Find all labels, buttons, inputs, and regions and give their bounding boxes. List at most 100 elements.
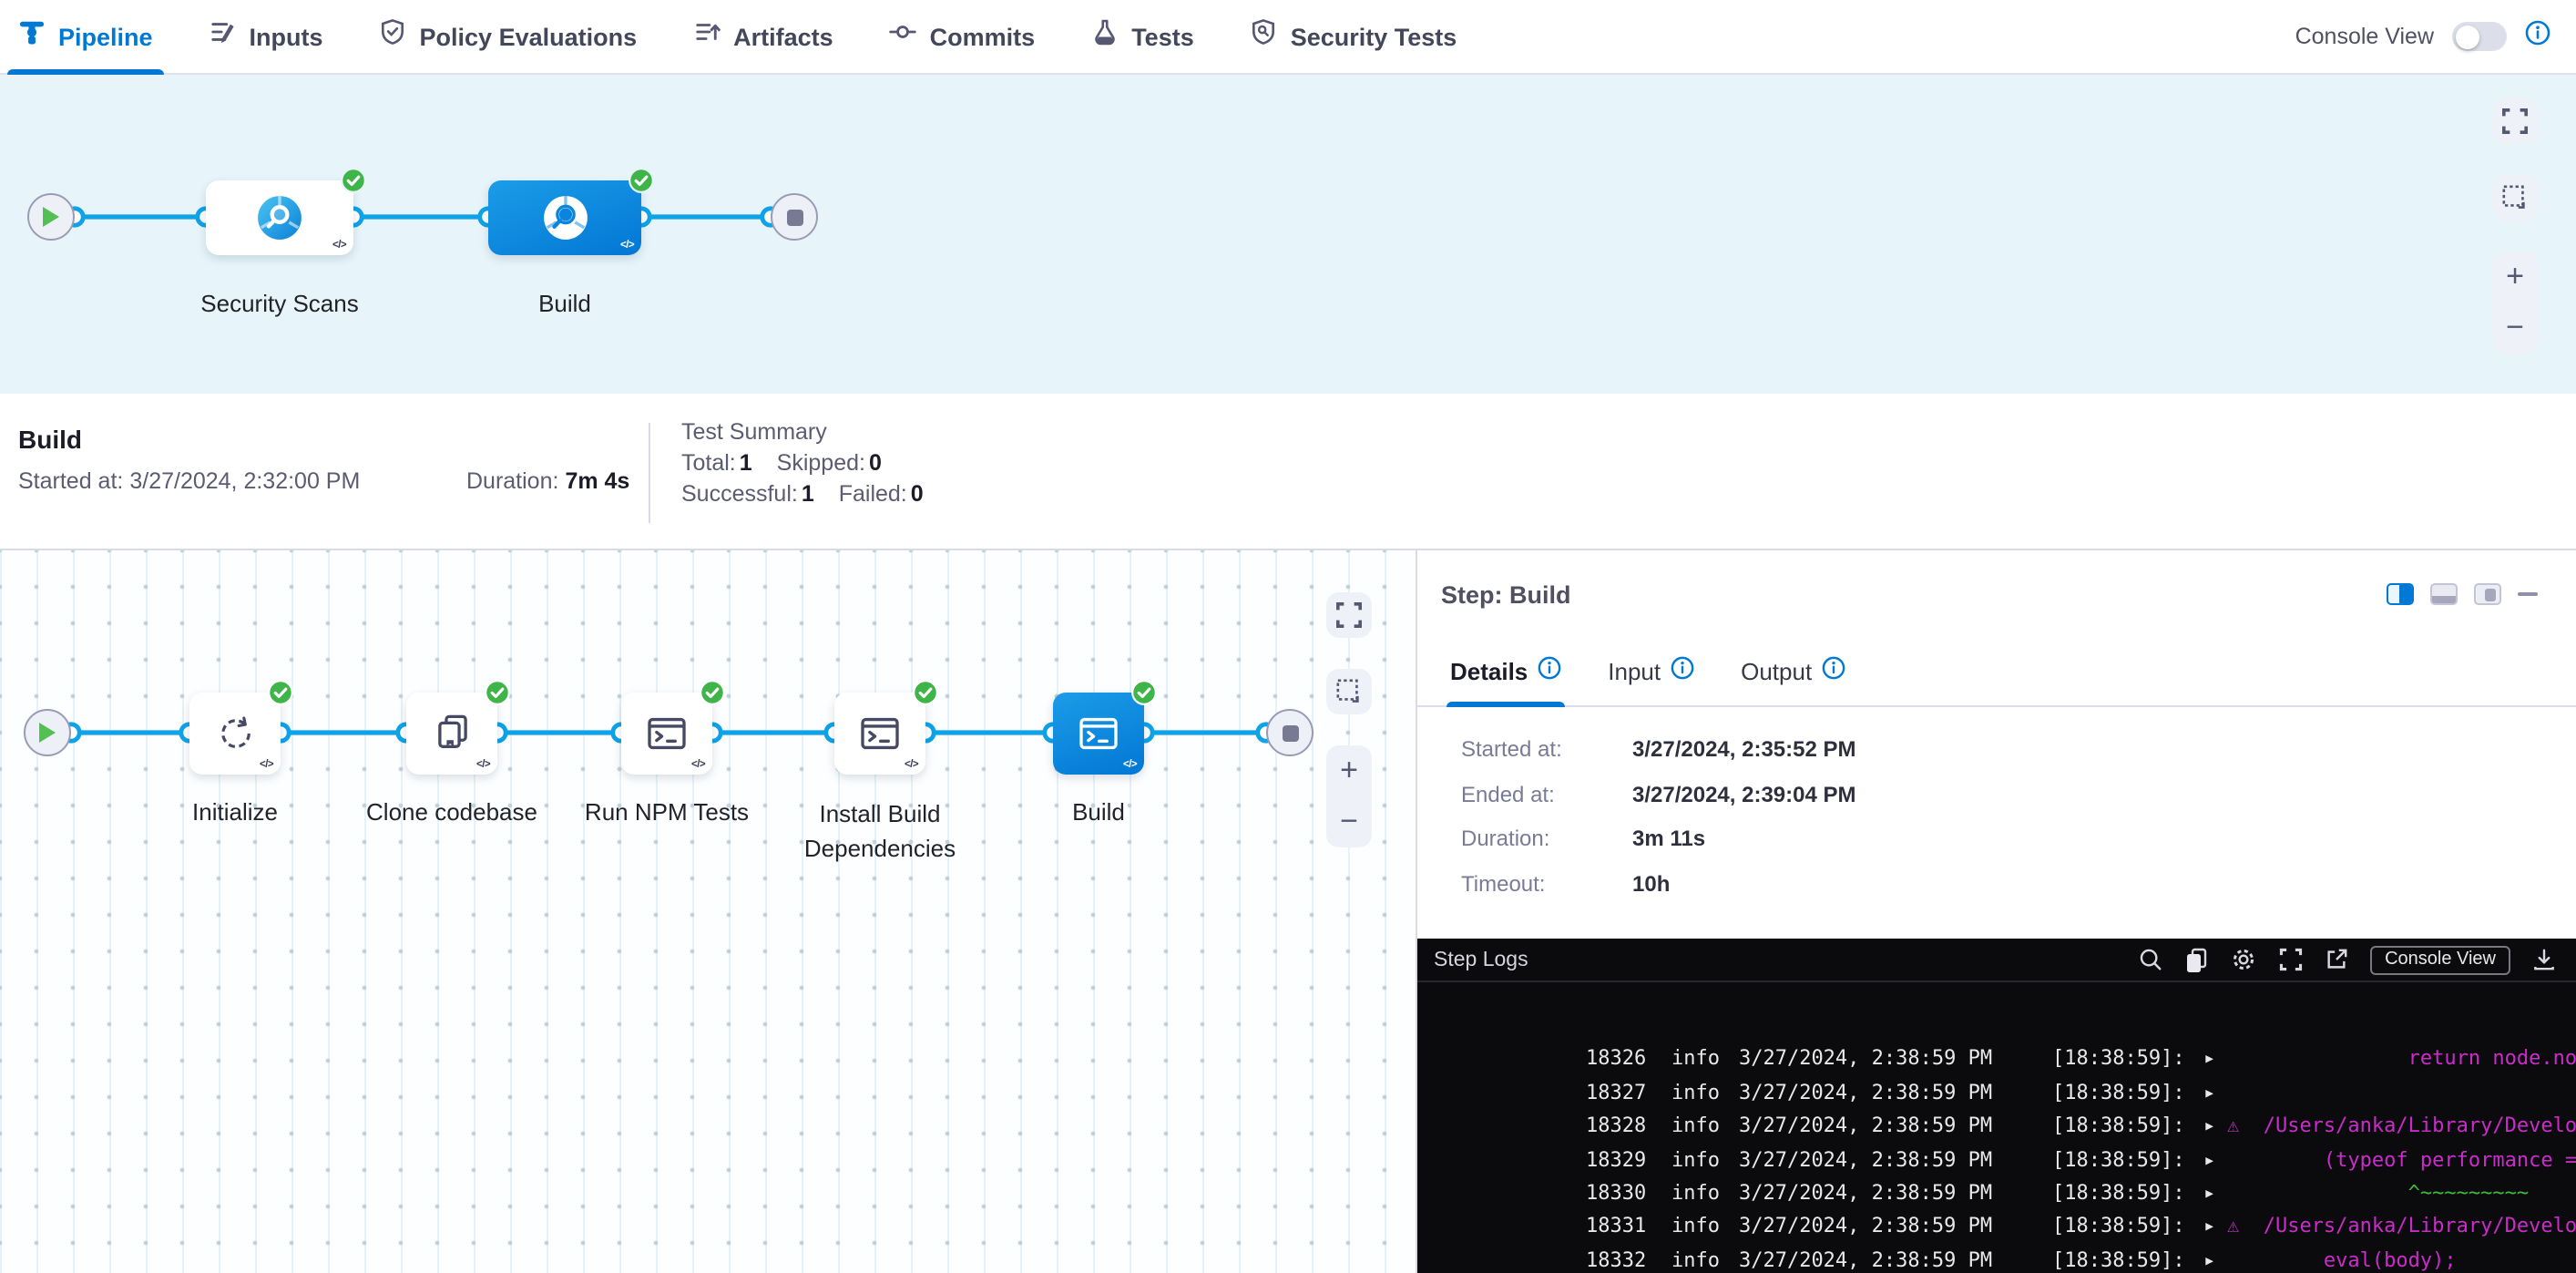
stage-label: Security Scans xyxy=(200,290,358,317)
tab-label: Commits xyxy=(930,23,1036,50)
success-check-icon xyxy=(267,680,292,705)
code-icon: </> xyxy=(620,240,634,251)
artifacts-icon xyxy=(693,18,721,55)
code-icon: </> xyxy=(1123,759,1137,770)
zoom-out-button[interactable]: − xyxy=(2492,305,2538,351)
step-node-clone-codebase[interactable]: </> xyxy=(406,692,497,774)
console-view-button[interactable]: Console View xyxy=(2370,945,2510,974)
inputs-icon xyxy=(210,18,237,55)
security-scan-stage-icon xyxy=(255,192,304,241)
external-link-icon xyxy=(2325,948,2348,971)
zoom-to-fit-button[interactable] xyxy=(1326,592,1372,638)
toggle-knob xyxy=(2455,25,2479,48)
tab-details[interactable]: Details xyxy=(1450,638,1560,705)
detail-row: Started at: 3/27/2024, 2:35:52 PM xyxy=(1461,736,2576,762)
tab-label: Artifacts xyxy=(733,23,833,50)
tab-label: Tests xyxy=(1131,23,1194,50)
stage-connectors xyxy=(0,75,2576,394)
tab-policy-evaluations[interactable]: Policy Evaluations xyxy=(376,0,641,73)
info-icon[interactable] xyxy=(1670,655,1693,688)
expand-log-caret[interactable]: ▸ xyxy=(2203,1144,2227,1177)
console-view-toggle[interactable] xyxy=(2452,22,2507,51)
step-logs-body[interactable]: 18326info3/27/2024, 2:38:59 PM[18:38:59]… xyxy=(1417,982,2576,1273)
marquee-select-button[interactable] xyxy=(1326,669,1372,714)
tab-input[interactable]: Input xyxy=(1608,638,1693,705)
top-navbar: Pipeline Inputs Policy Evaluations Artif… xyxy=(0,0,2576,75)
step-logs-console: Step Logs Console View 18326info3/27/202… xyxy=(1417,939,2576,1273)
step-connectors xyxy=(0,550,1417,1273)
step-panel-tabs: Details Input Output xyxy=(1417,638,2576,707)
step-end-node xyxy=(1266,709,1314,756)
zoom-out-button[interactable]: − xyxy=(1326,799,1372,845)
zoom-in-button[interactable]: + xyxy=(1326,748,1372,794)
detail-row: Timeout: 10h xyxy=(1461,870,2576,896)
test-summary-line-2: Successful:1 Failed:0 xyxy=(681,480,924,506)
download-logs-button[interactable] xyxy=(2532,948,2556,971)
zoom-in-button[interactable]: + xyxy=(2492,254,2538,300)
log-line: 18326info3/27/2024, 2:38:59 PM[18:38:59]… xyxy=(1417,1010,2576,1043)
tab-security-tests[interactable]: Security Tests xyxy=(1247,0,1461,73)
stage-node-build[interactable]: </> xyxy=(488,180,641,254)
step-node-install-build-dependencies[interactable]: </> xyxy=(834,692,925,774)
terminal-icon xyxy=(860,715,900,750)
log-settings-button[interactable] xyxy=(2230,946,2257,973)
step-label: Install Build Dependencies xyxy=(778,798,982,867)
step-logs-actions: Console View xyxy=(2139,945,2556,974)
tab-inputs[interactable]: Inputs xyxy=(206,0,327,73)
step-start-node xyxy=(24,709,71,756)
tab-tests[interactable]: Tests xyxy=(1088,0,1198,73)
stage-pipeline-canvas[interactable]: </> Security Scans </> Build + − xyxy=(0,75,2576,394)
step-label: Clone codebase xyxy=(366,798,537,826)
step-label: Run NPM Tests xyxy=(585,798,749,826)
expand-log-caret[interactable]: ▸ xyxy=(2203,1211,2227,1245)
expand-logs-button[interactable] xyxy=(2279,948,2303,971)
code-icon: </> xyxy=(260,759,273,770)
step-node-run-npm-tests[interactable]: </> xyxy=(621,692,712,774)
commits-icon xyxy=(890,18,917,55)
tab-pipeline[interactable]: Pipeline xyxy=(15,0,157,73)
marquee-icon xyxy=(1335,678,1363,705)
success-check-icon xyxy=(1130,680,1156,705)
step-panel-title: Step: Build xyxy=(1441,580,1571,608)
layout-split-bottom-button[interactable] xyxy=(2430,583,2458,605)
marquee-select-button[interactable] xyxy=(2492,175,2538,221)
zoom-to-fit-button[interactable] xyxy=(2492,98,2538,144)
step-details-panel: Step: Build Details Input xyxy=(1417,550,2576,1273)
tab-commits[interactable]: Commits xyxy=(886,0,1039,73)
expand-icon xyxy=(1335,601,1363,629)
stop-icon xyxy=(786,209,802,225)
nav-right-controls: Console View xyxy=(2295,19,2550,54)
expand-log-caret[interactable]: ▸ xyxy=(2203,1043,2227,1077)
layout-drawer-button[interactable] xyxy=(2474,583,2501,605)
copy-logs-button[interactable] xyxy=(2184,947,2208,972)
info-icon[interactable] xyxy=(1821,655,1845,688)
download-icon xyxy=(2532,948,2556,971)
step-node-build[interactable]: </> xyxy=(1053,692,1144,774)
stage-node-security-scans[interactable]: </> xyxy=(206,180,353,254)
layout-split-right-button[interactable] xyxy=(2387,583,2414,605)
expand-log-caret[interactable]: ▸ xyxy=(2203,1110,2227,1144)
log-search-button[interactable] xyxy=(2139,948,2162,971)
expand-log-caret[interactable]: ▸ xyxy=(2203,1077,2227,1111)
tab-artifacts[interactable]: Artifacts xyxy=(690,0,837,73)
tab-label: Policy Evaluations xyxy=(420,23,638,50)
expand-log-caret[interactable]: ▸ xyxy=(2203,1177,2227,1211)
step-panel-header: Step: Build xyxy=(1417,550,2576,638)
stage-label: Build xyxy=(538,290,591,317)
tab-label: Security Tests xyxy=(1291,23,1457,50)
code-icon: </> xyxy=(691,759,705,770)
tab-output[interactable]: Output xyxy=(1741,638,1845,705)
policy-evaluations-icon xyxy=(380,18,407,55)
success-check-icon xyxy=(340,168,365,193)
step-pipeline-canvas[interactable]: </> Initialize </> Clone codebase xyxy=(0,550,1417,1273)
step-node-initialize[interactable]: </> xyxy=(189,692,281,774)
info-icon[interactable] xyxy=(2525,19,2550,54)
expand-log-caret[interactable]: ▸ xyxy=(2203,1245,2227,1273)
open-logs-new-tab-button[interactable] xyxy=(2325,948,2348,971)
code-icon: </> xyxy=(476,759,490,770)
minimize-panel-button[interactable] xyxy=(2518,592,2538,597)
stage-title: Build xyxy=(18,425,82,454)
zoom-controls: + − xyxy=(1326,745,1372,847)
info-icon[interactable] xyxy=(1537,655,1560,688)
step-canvas-controls: + − xyxy=(1326,592,1372,847)
